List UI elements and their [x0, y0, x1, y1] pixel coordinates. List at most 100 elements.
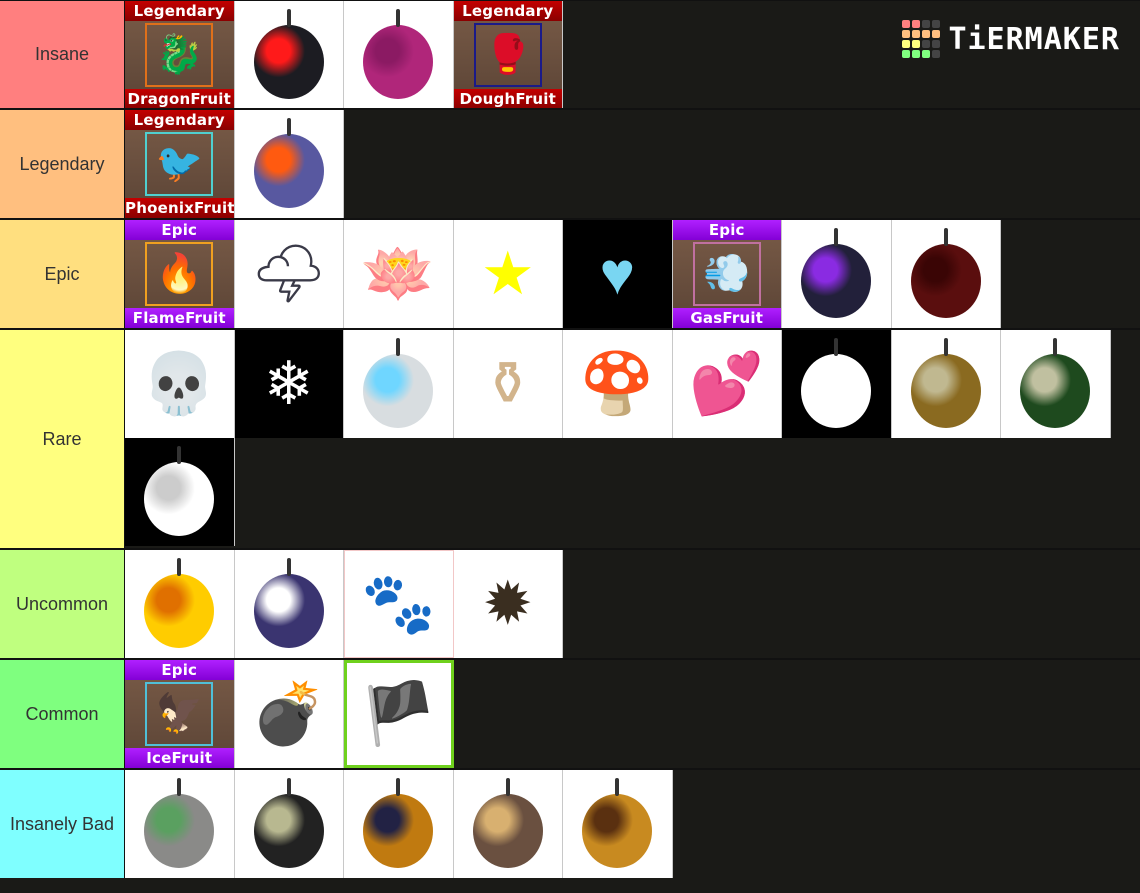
flame-fruit-card[interactable]: Epic 🔥 FlameFruit — [125, 220, 235, 328]
fruit-icon — [801, 338, 872, 428]
green-teeth-fruit[interactable] — [1001, 330, 1111, 438]
smoke-swirl-fruit[interactable] — [125, 770, 235, 878]
thunder-cloud-fruit[interactable]: 🌩 — [234, 220, 344, 328]
fruit-icon: ❄ — [263, 350, 314, 417]
tier-label[interactable]: Legendary — [0, 110, 125, 218]
fruit-card: Legendary 🥊 DoughFruit — [453, 1, 563, 109]
fruit-icon — [910, 338, 981, 428]
stem-icon — [177, 558, 182, 576]
fruit-icon — [253, 558, 324, 648]
fruit-icon: 🌩 — [250, 240, 327, 307]
fruit-icon — [363, 338, 434, 428]
card-portrait: 💨 — [673, 240, 782, 308]
fruit-name-label: GasFruit — [672, 308, 781, 328]
ghost-fruit[interactable] — [125, 438, 235, 546]
fruit-name-label: FlameFruit — [125, 308, 234, 328]
portrait-frame: 💨 — [692, 242, 761, 306]
tier-row-uncommon: Uncommon 🐾 ✹ — [0, 548, 1140, 658]
tier-items: Legendary 🐦 PhoenixFruit — [125, 110, 1135, 218]
barrier-fruit[interactable] — [344, 330, 454, 438]
tier-row-insanely-bad: Insanely Bad — [0, 768, 1140, 878]
phoenix-fruit-card[interactable]: Legendary 🐦 PhoenixFruit — [125, 110, 235, 218]
portrait-frame: 🐦 — [145, 132, 214, 196]
glow-fruit[interactable] — [234, 550, 344, 658]
dark-red-fruit[interactable] — [891, 220, 1001, 328]
tier-label[interactable]: Insanely Bad — [0, 770, 125, 878]
tier-label[interactable]: Common — [0, 660, 125, 768]
dark-purple-fruit[interactable] — [782, 220, 892, 328]
skull-fruit[interactable]: 💀 — [125, 330, 235, 438]
stem-icon — [505, 778, 510, 796]
striped-pear-fruit[interactable] — [563, 770, 673, 878]
spike-fruit[interactable]: ✹ — [453, 550, 563, 658]
card-portrait: 🔥 — [125, 240, 234, 308]
logo-grid-cell — [922, 50, 931, 58]
fruit-portrait-icon: 🐦 — [155, 143, 203, 185]
tier-items: 💀 ❄ ⚱ 🍄 💕 — [125, 330, 1135, 548]
gourd-fruit[interactable]: ⚱ — [453, 330, 563, 438]
star-fruit[interactable]: ★ — [453, 220, 563, 328]
stem-icon — [286, 9, 291, 27]
fruit-portrait-icon: 🔥 — [155, 253, 203, 295]
bomb-fruit[interactable]: 💣 — [234, 660, 344, 768]
fruit-icon — [1020, 338, 1091, 428]
fruit-name-label: PhoenixFruit — [125, 198, 235, 218]
tier-label[interactable]: Insane — [0, 1, 125, 108]
fruit-name-label: IceFruit — [125, 748, 234, 768]
fruit-portrait-icon: 🐉 — [155, 34, 203, 76]
flag-fruit[interactable]: 🏴 — [344, 660, 454, 768]
tier-label[interactable]: Rare — [0, 330, 125, 548]
fruit-icon: ★ — [480, 240, 535, 307]
tier-list: Insane Legendary 🐉 DragonFruit Legendary 🥊 Dou… — [0, 0, 1140, 878]
tiermaker-logo[interactable]: TiERMAKER — [902, 20, 1120, 58]
card-portrait: 🐦 — [125, 130, 234, 198]
giraffe-fruit[interactable] — [453, 770, 563, 878]
fruit-icon — [144, 778, 215, 868]
gas-fruit-card[interactable]: Epic 💨 GasFruit — [672, 220, 782, 328]
yellow-ring-fruit[interactable] — [125, 550, 235, 658]
ice-fruit-card[interactable]: Epic 🦅 IceFruit — [125, 660, 235, 768]
card-portrait: 🥊 — [454, 21, 563, 89]
dark-lotus-fruit[interactable]: 🪷 — [344, 220, 454, 328]
rarity-label: Epic — [672, 220, 781, 240]
card-portrait: 🦅 — [125, 680, 234, 748]
tier-label[interactable]: Epic — [0, 220, 125, 328]
logo-grid-cell — [912, 50, 921, 58]
brown-teeth-fruit[interactable] — [891, 330, 1001, 438]
fruit-icon — [472, 778, 543, 868]
fruit-card: Epic 🔥 FlameFruit — [125, 220, 234, 328]
logo-grid-cell — [912, 30, 921, 38]
fruit-icon — [253, 778, 324, 868]
paw-fruit[interactable]: 🐾 — [344, 550, 454, 658]
logo-grid-cell — [912, 40, 921, 48]
tier-items — [125, 770, 1135, 878]
tier-row-common: Common Epic 🦅 IceFruit 💣 🏴 — [0, 658, 1140, 768]
purple-swirl-fruit[interactable] — [344, 1, 454, 109]
mushroom-fruit[interactable]: 🍄 — [563, 330, 673, 438]
snowflake-fruit[interactable]: ❄ — [234, 330, 344, 438]
dragon-fruit-card[interactable]: Legendary 🐉 DragonFruit — [125, 1, 235, 109]
scribble-fruit[interactable] — [782, 330, 892, 438]
cat-fruit[interactable] — [234, 770, 344, 878]
stem-icon — [286, 118, 291, 136]
tier-label[interactable]: Uncommon — [0, 550, 125, 658]
stem-icon — [943, 228, 948, 246]
fruit-icon: ⚱ — [482, 350, 533, 417]
portrait-frame: 🥊 — [473, 23, 542, 87]
fruit-card: Epic 🦅 IceFruit — [125, 660, 234, 768]
fruit-portrait-icon: 🥊 — [484, 34, 532, 76]
tier-items: Epic 🦅 IceFruit 💣 🏴 — [125, 660, 1135, 768]
magma-half-fruit[interactable] — [234, 110, 344, 218]
orange-spot-fruit[interactable] — [344, 770, 454, 878]
tier-row-epic: Epic Epic 🔥 FlameFruit 🌩 🪷 ★ ♥ Epic 💨 GasFruit — [0, 218, 1140, 328]
ice-heart-fruit[interactable]: ♥ — [563, 220, 673, 328]
dough-fruit-card[interactable]: Legendary 🥊 DoughFruit — [453, 1, 563, 109]
rarity-label: Legendary — [453, 1, 562, 21]
fruit-card: Epic 💨 GasFruit — [672, 220, 782, 328]
stem-icon — [943, 338, 948, 356]
love-fruit[interactable]: 💕 — [672, 330, 782, 438]
logo-grid-cell — [932, 30, 941, 38]
stem-icon — [615, 778, 620, 796]
rumble-cube-fruit[interactable] — [234, 1, 344, 109]
logo-text: TiERMAKER — [948, 21, 1120, 57]
